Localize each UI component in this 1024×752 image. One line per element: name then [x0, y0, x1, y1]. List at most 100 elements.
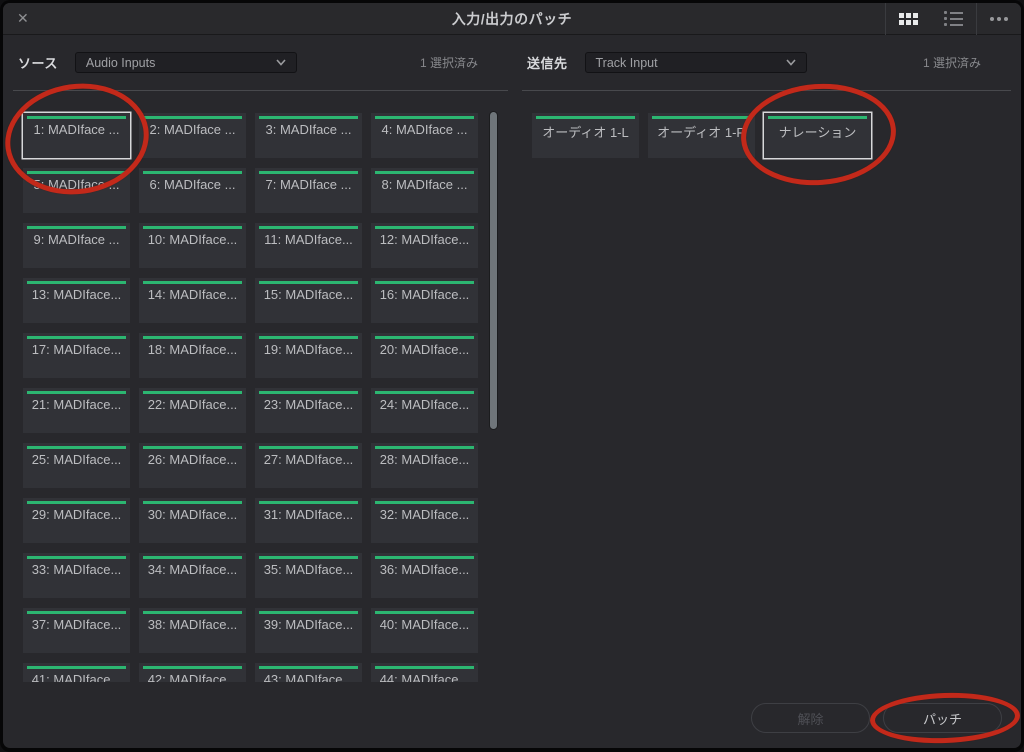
patch-dialog-window: ✕ 入力/出力のパッチ	[0, 0, 1024, 752]
source-patch-tile[interactable]: 13: MADIface...	[23, 278, 130, 323]
source-selected-count: 1 選択済み	[420, 54, 478, 71]
tile-label: 43: MADIface...	[257, 672, 360, 682]
source-patch-tile[interactable]: 8: MADIface ...	[371, 168, 478, 213]
tile-accent-bar	[375, 611, 474, 614]
tile-label: 41: MADIface...	[25, 672, 128, 682]
source-patch-tile[interactable]: 16: MADIface...	[371, 278, 478, 323]
tile-label: 31: MADIface...	[257, 507, 360, 522]
source-patch-tile[interactable]: 4: MADIface ...	[371, 113, 478, 158]
source-patch-tile[interactable]: 22: MADIface...	[139, 388, 246, 433]
source-panel-header: ソース Audio Inputs 1 選択済み	[13, 35, 508, 91]
source-type-dropdown[interactable]: Audio Inputs	[75, 52, 297, 73]
destination-patch-tile[interactable]: ナレーション	[764, 113, 871, 158]
source-patch-tile[interactable]: 14: MADIface...	[139, 278, 246, 323]
source-grid-viewport: 1: MADIface ... 2: MADIface ... 3: MADIf…	[13, 91, 508, 682]
tile-accent-bar	[259, 556, 358, 559]
source-patch-tile[interactable]: 37: MADIface...	[23, 608, 130, 653]
source-patch-tile[interactable]: 36: MADIface...	[371, 553, 478, 598]
tile-label: 23: MADIface...	[257, 397, 360, 412]
tile-label: 34: MADIface...	[141, 562, 244, 577]
source-patch-tile[interactable]: 26: MADIface...	[139, 443, 246, 488]
source-patch-tile[interactable]: 27: MADIface...	[255, 443, 362, 488]
source-patch-tile[interactable]: 29: MADIface...	[23, 498, 130, 543]
tile-accent-bar	[768, 116, 867, 119]
source-patch-tile[interactable]: 24: MADIface...	[371, 388, 478, 433]
destination-patch-tile[interactable]: オーディオ 1-L	[532, 113, 639, 158]
source-patch-tile[interactable]: 5: MADIface ...	[23, 168, 130, 213]
tile-label: 15: MADIface...	[257, 287, 360, 302]
source-patch-tile[interactable]: 43: MADIface...	[255, 663, 362, 682]
destination-panel-header: 送信先 Track Input 1 選択済み	[522, 35, 1011, 91]
grid-view-icon	[899, 13, 918, 25]
source-patch-tile[interactable]: 28: MADIface...	[371, 443, 478, 488]
grid-view-button[interactable]	[886, 3, 931, 35]
source-patch-tile[interactable]: 30: MADIface...	[139, 498, 246, 543]
source-patch-tile[interactable]: 20: MADIface...	[371, 333, 478, 378]
list-view-button[interactable]	[931, 3, 976, 35]
source-patch-tile[interactable]: 21: MADIface...	[23, 388, 130, 433]
source-patch-tile[interactable]: 25: MADIface...	[23, 443, 130, 488]
tile-label: 6: MADIface ...	[141, 177, 244, 192]
source-patch-tile[interactable]: 12: MADIface...	[371, 223, 478, 268]
tile-accent-bar	[143, 666, 242, 669]
source-patch-tile[interactable]: 6: MADIface ...	[139, 168, 246, 213]
source-patch-tile[interactable]: 10: MADIface...	[139, 223, 246, 268]
tile-label: 4: MADIface ...	[373, 122, 476, 137]
source-patch-tile[interactable]: 2: MADIface ...	[139, 113, 246, 158]
tile-accent-bar	[143, 501, 242, 504]
source-patch-tile[interactable]: 3: MADIface ...	[255, 113, 362, 158]
dialog-body: ✕ 入力/出力のパッチ	[3, 3, 1021, 748]
tile-label: 13: MADIface...	[25, 287, 128, 302]
source-patch-tile[interactable]: 23: MADIface...	[255, 388, 362, 433]
tile-label: 16: MADIface...	[373, 287, 476, 302]
destination-patch-tile[interactable]: オーディオ 1-R	[648, 113, 755, 158]
tile-accent-bar	[536, 116, 635, 119]
unpatch-button[interactable]: 解除	[751, 703, 870, 733]
tile-label: 25: MADIface...	[25, 452, 128, 467]
tile-label: 12: MADIface...	[373, 232, 476, 247]
source-patch-tile[interactable]: 33: MADIface...	[23, 553, 130, 598]
dialog-content: ソース Audio Inputs 1 選択済み 1: MA	[3, 35, 1021, 682]
tile-label: 28: MADIface...	[373, 452, 476, 467]
source-patch-tile[interactable]: 35: MADIface...	[255, 553, 362, 598]
tile-label: オーディオ 1-L	[534, 122, 637, 141]
source-patch-tile[interactable]: 32: MADIface...	[371, 498, 478, 543]
source-patch-tile[interactable]: 42: MADIface...	[139, 663, 246, 682]
source-patch-tile[interactable]: 18: MADIface...	[139, 333, 246, 378]
tile-label: 36: MADIface...	[373, 562, 476, 577]
tile-accent-bar	[375, 336, 474, 339]
source-patch-tile[interactable]: 11: MADIface...	[255, 223, 362, 268]
source-patch-tile[interactable]: 44: MADIface...	[371, 663, 478, 682]
tile-accent-bar	[143, 556, 242, 559]
source-patch-tile[interactable]: 19: MADIface...	[255, 333, 362, 378]
tile-label: 27: MADIface...	[257, 452, 360, 467]
source-patch-tile[interactable]: 41: MADIface...	[23, 663, 130, 682]
source-scrollbar-thumb[interactable]	[489, 111, 498, 430]
source-patch-tile[interactable]: 7: MADIface ...	[255, 168, 362, 213]
list-view-icon	[944, 11, 963, 26]
tile-label: 19: MADIface...	[257, 342, 360, 357]
tile-accent-bar	[259, 281, 358, 284]
tile-label: 5: MADIface ...	[25, 177, 128, 192]
tile-accent-bar	[375, 391, 474, 394]
source-patch-tile[interactable]: 1: MADIface ...	[23, 113, 130, 158]
source-patch-tile[interactable]: 31: MADIface...	[255, 498, 362, 543]
tile-accent-bar	[259, 336, 358, 339]
tile-accent-bar	[375, 501, 474, 504]
tile-accent-bar	[27, 446, 126, 449]
source-patch-tile[interactable]: 17: MADIface...	[23, 333, 130, 378]
tile-accent-bar	[259, 666, 358, 669]
tile-accent-bar	[652, 116, 751, 119]
destination-type-dropdown[interactable]: Track Input	[585, 52, 807, 73]
patch-button[interactable]: パッチ	[883, 703, 1002, 733]
tile-accent-bar	[27, 556, 126, 559]
destination-tile-row: オーディオ 1-L オーディオ 1-R ナレーション	[532, 113, 1011, 158]
source-patch-tile[interactable]: 39: MADIface...	[255, 608, 362, 653]
tile-label: 21: MADIface...	[25, 397, 128, 412]
source-patch-tile[interactable]: 40: MADIface...	[371, 608, 478, 653]
source-patch-tile[interactable]: 38: MADIface...	[139, 608, 246, 653]
source-patch-tile[interactable]: 15: MADIface...	[255, 278, 362, 323]
source-patch-tile[interactable]: 34: MADIface...	[139, 553, 246, 598]
options-button[interactable]	[977, 3, 1021, 35]
source-patch-tile[interactable]: 9: MADIface ...	[23, 223, 130, 268]
